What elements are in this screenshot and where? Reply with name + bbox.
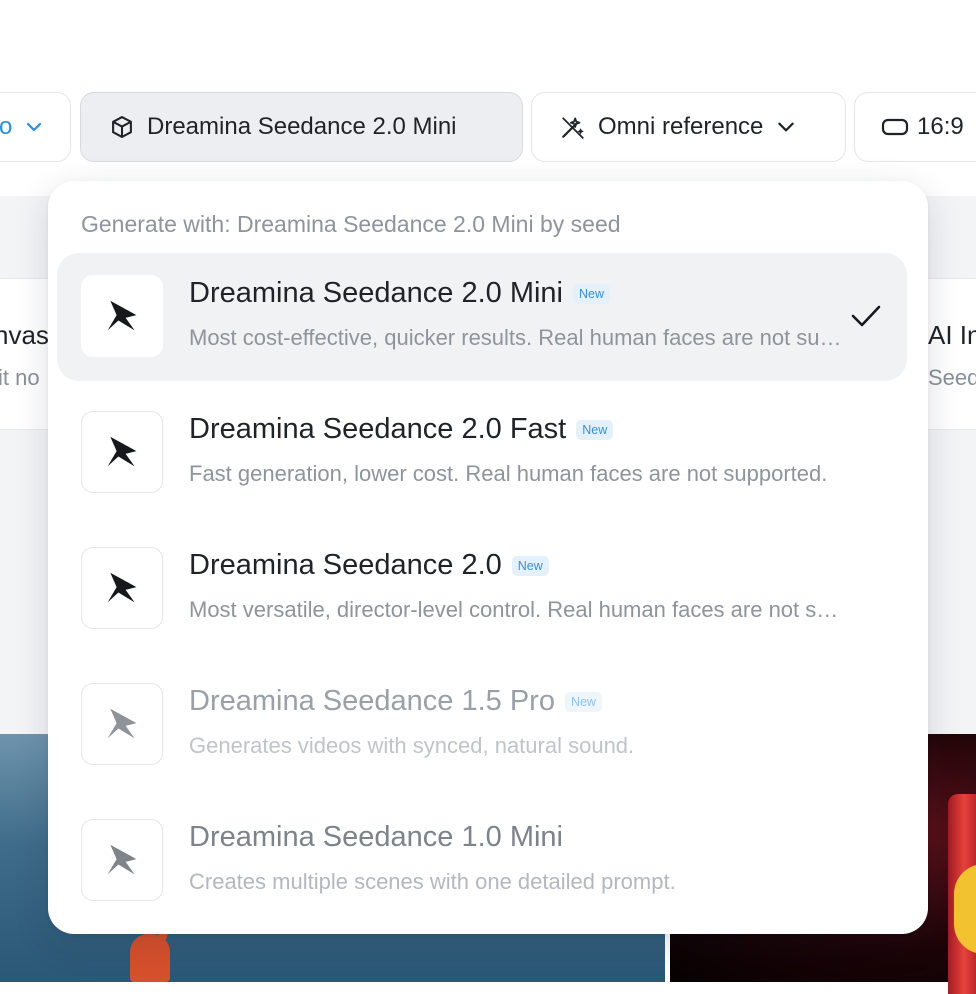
model-option-description: Creates multiple scenes with one detaile… bbox=[189, 869, 676, 894]
chevron-down-icon bbox=[778, 122, 795, 132]
model-option-description: Most cost-effective, quicker results. Re… bbox=[189, 325, 849, 350]
new-badge: New bbox=[564, 691, 602, 712]
seedance-logo-icon bbox=[81, 819, 163, 901]
model-option-title: Dreamina Seedance 1.5 Pro bbox=[189, 685, 555, 717]
new-badge: New bbox=[576, 419, 614, 440]
check-icon bbox=[851, 305, 881, 327]
reference-mode-select[interactable]: Omni reference bbox=[531, 92, 846, 162]
model-select-label: Dreamina Seedance 2.0 Mini bbox=[147, 113, 457, 140]
aspect-ratio-label: 16:9 bbox=[917, 113, 964, 140]
model-option-seedance-2-0-mini[interactable]: Dreamina Seedance 2.0 Mini New Most cost… bbox=[57, 253, 907, 381]
seedance-logo-icon bbox=[81, 275, 163, 357]
background-card-title-left: nvas bbox=[0, 320, 49, 350]
rounded-rectangle-icon bbox=[881, 118, 909, 136]
model-option-title: Dreamina Seedance 2.0 bbox=[189, 549, 502, 581]
background-card-sub-right: Seed bbox=[928, 365, 976, 390]
model-option-seedance-1-5-pro[interactable]: Dreamina Seedance 1.5 Pro New Generates … bbox=[57, 661, 907, 789]
model-option-seedance-1-0-mini[interactable]: Dreamina Seedance 1.0 Mini Creates multi… bbox=[57, 797, 907, 925]
background-card-title-right: AI In bbox=[928, 320, 976, 350]
seedance-logo-icon bbox=[81, 683, 163, 765]
seedance-logo-icon bbox=[81, 547, 163, 629]
model-option-title: Dreamina Seedance 2.0 Mini bbox=[189, 277, 563, 309]
magic-wand-icon bbox=[562, 117, 584, 139]
video-type-label: o bbox=[0, 113, 13, 140]
model-option-title: Dreamina Seedance 2.0 Fast bbox=[189, 413, 567, 445]
seedance-logo-icon bbox=[81, 411, 163, 493]
video-type-select[interactable]: o bbox=[0, 92, 71, 162]
model-dropdown: Generate with: Dreamina Seedance 2.0 Min… bbox=[48, 181, 928, 934]
model-option-description: Fast generation, lower cost. Real human … bbox=[189, 461, 828, 486]
model-option-title: Dreamina Seedance 1.0 Mini bbox=[189, 821, 563, 853]
chevron-down-icon bbox=[27, 122, 42, 132]
new-badge: New bbox=[511, 555, 549, 576]
reference-mode-label: Omni reference bbox=[598, 113, 764, 140]
dropdown-header: Generate with: Dreamina Seedance 2.0 Min… bbox=[81, 211, 621, 237]
model-option-description: Generates videos with synced, natural so… bbox=[189, 733, 635, 758]
model-option-description: Most versatile, director-level control. … bbox=[189, 597, 849, 622]
cube-icon bbox=[112, 116, 132, 138]
new-badge: New bbox=[572, 283, 610, 304]
model-select-button[interactable]: Dreamina Seedance 2.0 Mini bbox=[80, 92, 523, 162]
model-option-seedance-2-0[interactable]: Dreamina Seedance 2.0 New Most versatile… bbox=[57, 525, 907, 653]
background-card-sub-left: it no bbox=[0, 365, 40, 390]
model-option-seedance-2-0-fast[interactable]: Dreamina Seedance 2.0 Fast New Fast gene… bbox=[57, 389, 907, 517]
aspect-ratio-select[interactable]: 16:9 bbox=[854, 92, 976, 162]
